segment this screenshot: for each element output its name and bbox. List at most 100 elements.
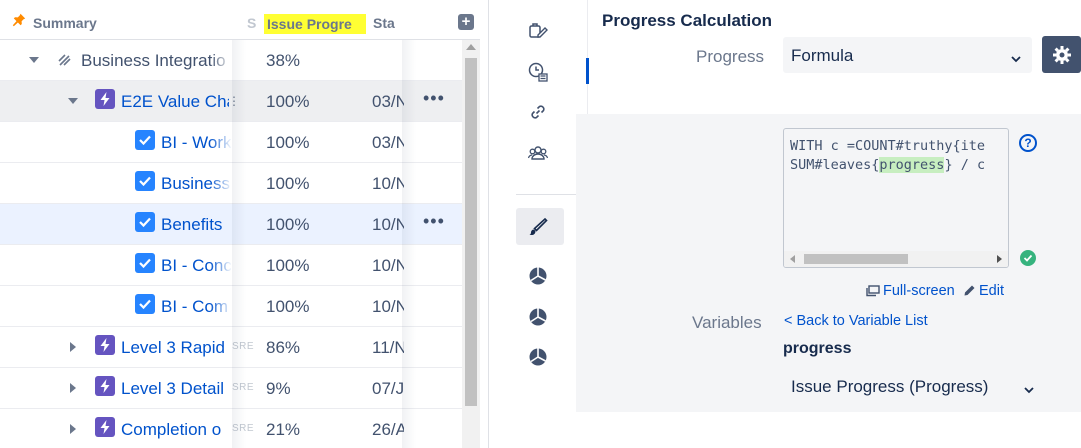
back-to-variable-list-link[interactable]: < Back to Variable List bbox=[784, 313, 928, 329]
edit-attributes-icon[interactable] bbox=[527, 20, 549, 42]
expand-icon[interactable] bbox=[67, 341, 79, 353]
variable-value-select[interactable]: Issue Progress (Progress) bbox=[783, 368, 1045, 404]
collapse-icon[interactable] bbox=[28, 54, 40, 66]
formula-code[interactable]: WITH c =COUNT#truthy{ite SUM#leaves{prog… bbox=[790, 137, 985, 175]
table-row[interactable]: E2E Value Cha ⋮ 100% 03/N ••• bbox=[0, 81, 462, 122]
row-progress: 21% bbox=[266, 420, 301, 439]
progress-type-select[interactable]: Formula bbox=[783, 37, 1032, 73]
settings-button[interactable] bbox=[1042, 36, 1081, 73]
column-header-issue-progress[interactable]: Issue Progre bbox=[264, 14, 366, 34]
row-date: 10/N bbox=[372, 215, 404, 234]
column-header-summary[interactable]: Summary bbox=[33, 15, 97, 31]
expand-icon[interactable] bbox=[67, 382, 79, 394]
collapse-icon[interactable] bbox=[67, 95, 79, 107]
row-summary[interactable]: Level 3 Rapid bbox=[121, 338, 231, 358]
grid-header: Summary S Issue Progre Sta + bbox=[0, 0, 480, 40]
variable-value: Issue Progress (Progress) bbox=[791, 377, 989, 396]
add-column-button[interactable]: + bbox=[458, 14, 474, 30]
scroll-left-icon[interactable] bbox=[790, 255, 795, 263]
row-date: 07/J bbox=[372, 379, 404, 398]
epic-icon bbox=[95, 89, 115, 109]
expand-icon[interactable] bbox=[67, 423, 79, 435]
fullscreen-icon bbox=[866, 285, 880, 297]
row-summary[interactable]: Benefits bbox=[161, 215, 231, 235]
help-icon[interactable]: ? bbox=[1019, 134, 1037, 152]
table-row[interactable]: BI - Work 100% 03/N bbox=[0, 122, 462, 163]
epic-icon bbox=[95, 335, 115, 355]
horizontal-scrollbar[interactable] bbox=[784, 251, 1008, 267]
progress-type-value: Formula bbox=[791, 46, 854, 65]
column-header-stub: S bbox=[247, 15, 257, 31]
row-summary[interactable]: Completion o bbox=[121, 420, 231, 440]
row-progress: 38% bbox=[266, 51, 301, 70]
scroll-up-icon[interactable] bbox=[466, 44, 476, 50]
task-icon bbox=[135, 294, 155, 314]
gear-icon bbox=[1053, 46, 1071, 64]
text-fade bbox=[210, 122, 232, 162]
task-icon bbox=[135, 171, 155, 191]
column-header-status[interactable]: Sta bbox=[373, 15, 395, 31]
task-icon bbox=[135, 130, 155, 150]
table-row[interactable]: BI - Conc 100% 10/N bbox=[0, 245, 462, 286]
pencil-icon bbox=[964, 285, 975, 296]
row-date: 10/N bbox=[372, 174, 404, 193]
frozen-column-shadow bbox=[232, 40, 246, 448]
row-progress: 86% bbox=[266, 338, 301, 357]
more-actions-button[interactable]: ••• bbox=[423, 211, 445, 232]
panel-divider[interactable] bbox=[488, 0, 489, 448]
task-icon bbox=[135, 212, 155, 232]
formula-text: SUM#leaves{ bbox=[790, 157, 880, 173]
scrollbar-thumb[interactable] bbox=[804, 254, 908, 264]
text-fade bbox=[210, 163, 232, 203]
formula-editor[interactable]: WITH c =COUNT#truthy{ite SUM#leaves{prog… bbox=[783, 128, 1009, 268]
fullscreen-label: Full-screen bbox=[883, 283, 955, 299]
formula-line-1: WITH c =COUNT#truthy{ite bbox=[790, 138, 986, 154]
row-summary[interactable]: Business Integratio bbox=[81, 51, 231, 71]
text-fade bbox=[210, 40, 232, 80]
table-row[interactable]: BI - Com 100% 10/N bbox=[0, 286, 462, 327]
more-actions-button[interactable]: ••• bbox=[423, 88, 445, 109]
row-date: 10/N bbox=[372, 297, 404, 316]
formula-variable-highlight: progress bbox=[879, 157, 945, 173]
panel-title: Progress Calculation bbox=[602, 11, 773, 30]
formula-line-2: SUM#leaves{progress} / c bbox=[790, 157, 985, 173]
structure-grid: Summary S Issue Progre Sta + Business In… bbox=[0, 0, 480, 448]
formula-text: } / c bbox=[944, 157, 986, 173]
table-row[interactable]: Level 3 Detail SRE 9% 07/J bbox=[0, 368, 462, 409]
table-row[interactable]: Business 100% 10/N bbox=[0, 163, 462, 204]
row-summary[interactable]: E2E Value Cha bbox=[121, 92, 229, 112]
table-row[interactable]: Benefits 100% 10/N ••• bbox=[0, 204, 462, 245]
row-date: 03/N bbox=[372, 92, 404, 111]
row-progress: 100% bbox=[266, 174, 310, 193]
pie-chart-icon[interactable] bbox=[527, 306, 549, 328]
table-row[interactable]: Completion o SRE 21% 26/A bbox=[0, 409, 462, 448]
rail-active-indicator bbox=[586, 58, 589, 84]
people-icon[interactable] bbox=[527, 142, 549, 164]
row-progress: 100% bbox=[266, 297, 310, 316]
variable-name: progress bbox=[783, 340, 852, 357]
row-date: 11/N bbox=[372, 338, 404, 357]
edit-link[interactable]: Edit bbox=[963, 283, 1004, 299]
table-row[interactable]: Business Integratio 38% bbox=[0, 40, 462, 81]
edit-label: Edit bbox=[979, 283, 1004, 299]
pin-icon[interactable] bbox=[12, 13, 26, 27]
row-progress: 100% bbox=[266, 92, 310, 111]
row-date: 10/N bbox=[372, 256, 404, 275]
scrollbar-thumb[interactable] bbox=[465, 58, 477, 406]
pie-chart-icon[interactable] bbox=[527, 346, 549, 368]
clock-list-icon[interactable] bbox=[527, 61, 549, 83]
row-summary[interactable]: Level 3 Detail bbox=[121, 379, 231, 399]
text-fade bbox=[210, 286, 232, 326]
variables-label: Variables bbox=[692, 313, 762, 332]
chevron-down-icon bbox=[1011, 49, 1021, 63]
epic-icon bbox=[95, 376, 115, 396]
row-date: 26/A bbox=[372, 420, 404, 439]
progress-label: Progress bbox=[696, 47, 765, 66]
table-row[interactable]: Level 3 Rapid SRE 86% 11/N bbox=[0, 327, 462, 368]
pie-chart-icon[interactable] bbox=[527, 265, 549, 287]
scroll-right-icon[interactable] bbox=[997, 255, 1002, 263]
fullscreen-link[interactable]: Full-screen bbox=[866, 283, 955, 299]
chevron-down-icon bbox=[1024, 380, 1034, 394]
link-icon[interactable] bbox=[527, 101, 549, 123]
brush-icon[interactable] bbox=[527, 216, 549, 238]
